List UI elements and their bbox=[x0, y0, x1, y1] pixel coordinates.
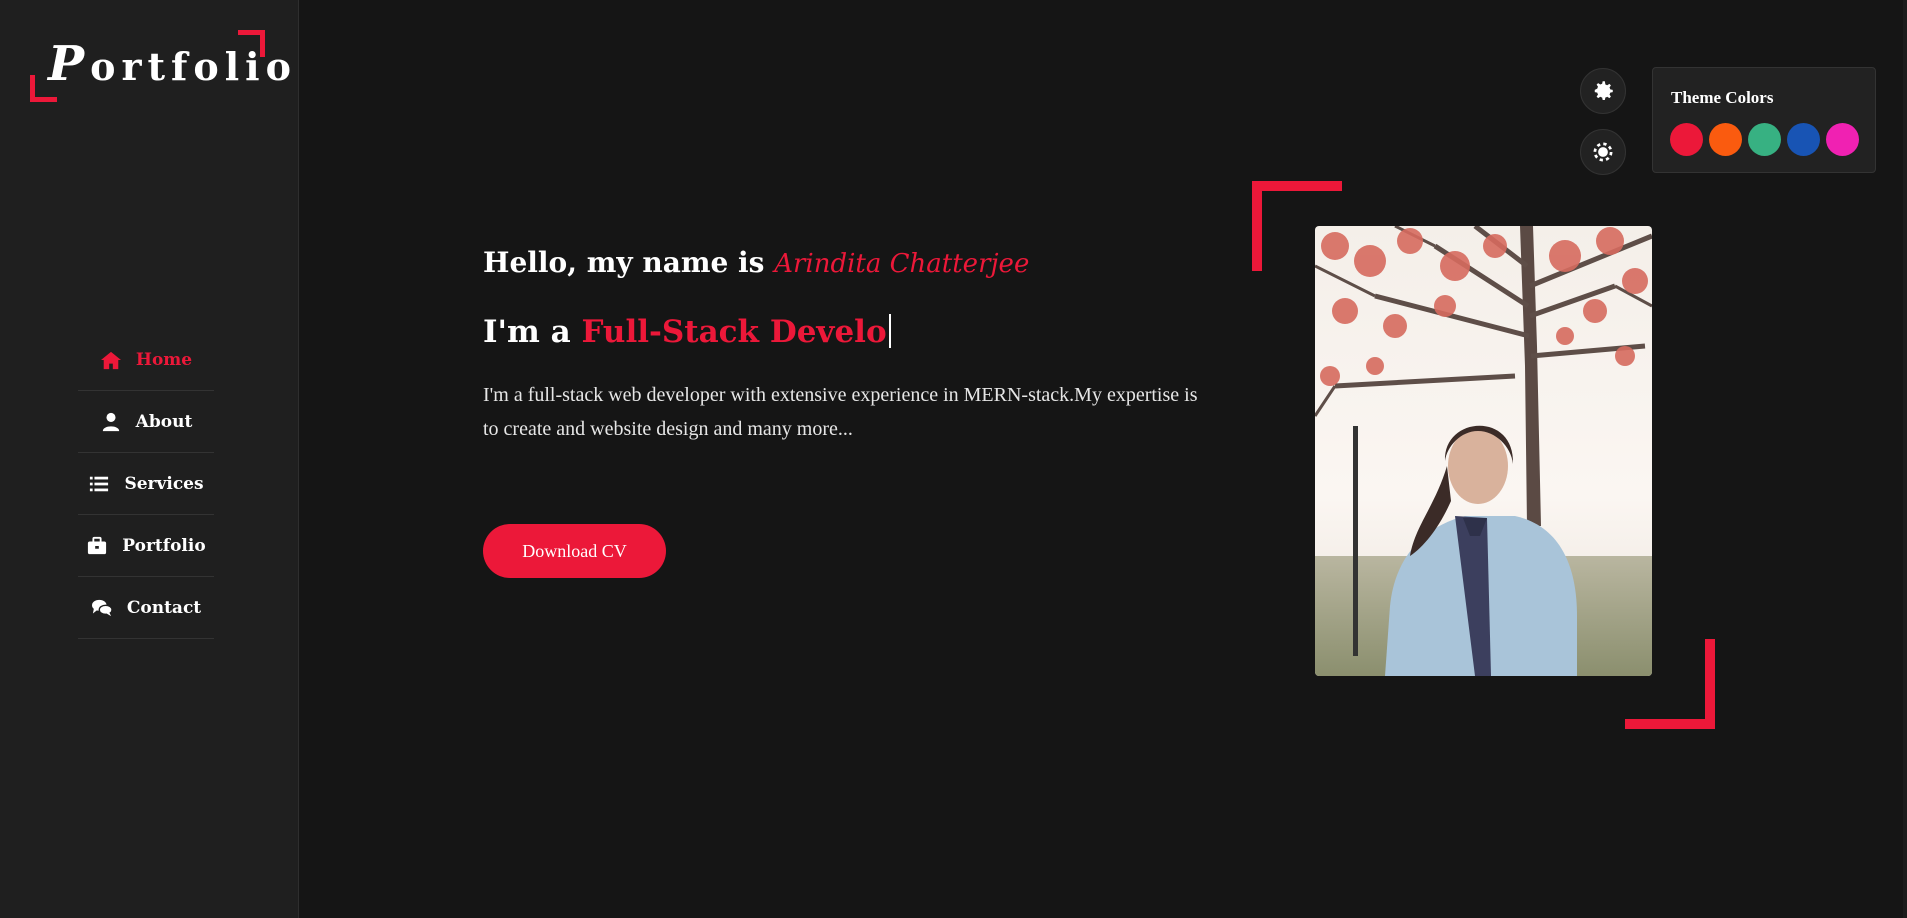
day-night-toggle-button[interactable] bbox=[1580, 129, 1626, 175]
list-icon bbox=[88, 474, 110, 494]
nav-item-label: Contact bbox=[126, 597, 202, 618]
nav-item-label: Home bbox=[135, 349, 193, 370]
logo-text: Portfolio bbox=[48, 36, 297, 92]
download-cv-button[interactable]: Download CV bbox=[483, 524, 666, 578]
page-scrollbar[interactable] bbox=[1903, 0, 1907, 918]
typing-cursor bbox=[888, 314, 891, 348]
nav-item-home[interactable]: Home bbox=[78, 329, 214, 391]
nav-item-about[interactable]: About bbox=[78, 391, 214, 453]
owner-name: Arindita Chatterjee bbox=[774, 249, 1030, 279]
profile-photo bbox=[1315, 226, 1652, 676]
nav-item-label: Services bbox=[124, 473, 204, 494]
nav-item-services[interactable]: Services bbox=[78, 453, 214, 515]
role-typed-text: Full-Stack Develo bbox=[581, 314, 887, 350]
briefcase-icon bbox=[86, 536, 108, 556]
swatch-orange[interactable] bbox=[1709, 123, 1742, 156]
greeting-text: Hello, my name is bbox=[483, 246, 775, 279]
gear-icon bbox=[1594, 81, 1613, 100]
main-nav: Home About Services Portfolio Contact bbox=[78, 329, 214, 639]
sun-icon bbox=[1593, 142, 1613, 162]
nav-item-label: About bbox=[135, 411, 193, 432]
nav-item-contact[interactable]: Contact bbox=[78, 577, 214, 639]
role-prefix: I'm a bbox=[483, 314, 582, 350]
logo-first-letter: P bbox=[48, 36, 91, 92]
nav-item-label: Portfolio bbox=[122, 535, 206, 556]
logo-rest: ortfolio bbox=[90, 44, 297, 89]
logo[interactable]: Portfolio bbox=[30, 30, 291, 102]
comments-icon bbox=[91, 598, 113, 618]
user-icon bbox=[100, 412, 122, 432]
swatch-green[interactable] bbox=[1748, 123, 1781, 156]
theme-colors-title: Theme Colors bbox=[1671, 88, 1774, 107]
greeting-heading: Hello, my name is Arindita Chatterjee bbox=[483, 246, 1029, 279]
color-swatches bbox=[1670, 123, 1859, 156]
swatch-blue[interactable] bbox=[1787, 123, 1820, 156]
hero-description: I'm a full-stack web developer with exte… bbox=[483, 384, 1198, 440]
swatch-pink[interactable] bbox=[1826, 123, 1859, 156]
settings-toggle-button[interactable] bbox=[1580, 68, 1626, 114]
swatch-red[interactable] bbox=[1670, 123, 1703, 156]
theme-colors-panel: Theme Colors bbox=[1652, 67, 1876, 173]
role-heading: I'm a Full-Stack Develo bbox=[483, 314, 891, 350]
sidebar: Portfolio Home About Services Portfolio bbox=[0, 0, 299, 918]
home-icon bbox=[100, 350, 122, 370]
nav-item-portfolio[interactable]: Portfolio bbox=[78, 515, 214, 577]
